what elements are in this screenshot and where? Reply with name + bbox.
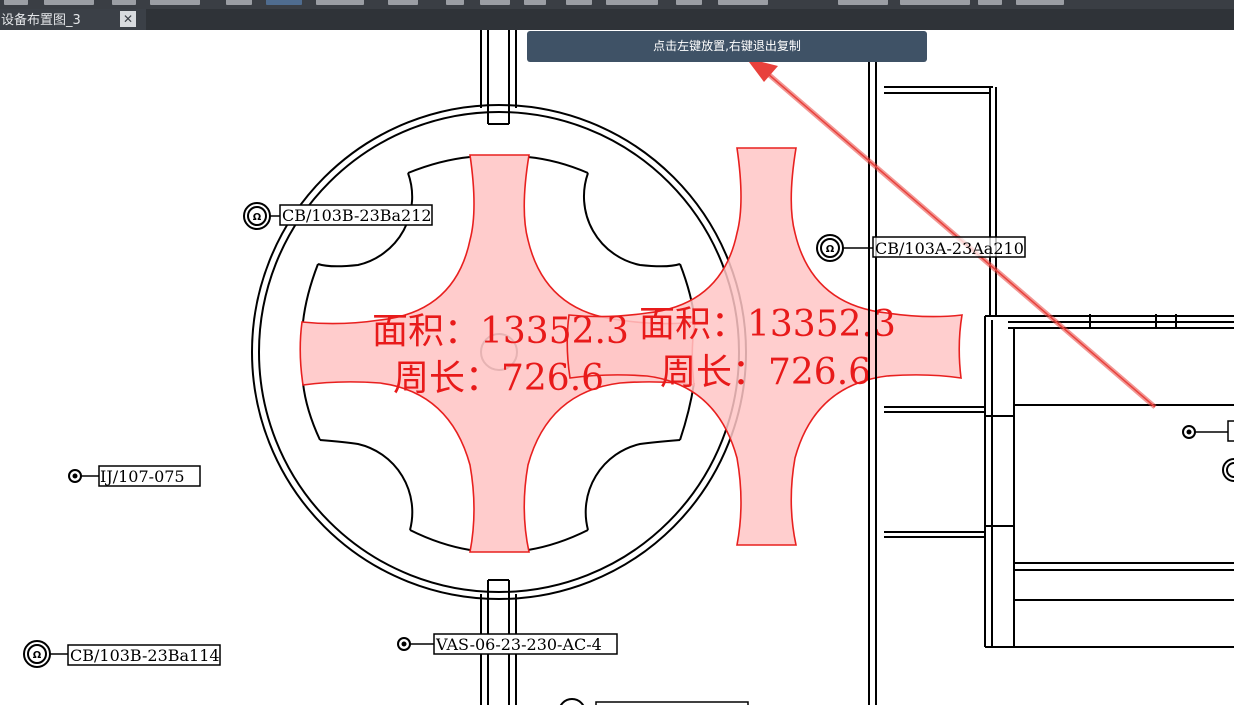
tag-label: VAS-06-23-230-AC-4 <box>435 635 602 654</box>
menu-item[interactable] <box>676 0 702 5</box>
tag-label: CB/103B-23Ba212 <box>282 206 432 225</box>
menu-item[interactable] <box>1016 0 1064 5</box>
menu-item[interactable] <box>316 0 364 5</box>
command-tooltip: 点击左键放置,右键退出复制 <box>527 31 927 62</box>
menu-item-active[interactable] <box>266 0 302 5</box>
tag-label: IJ/107-075 <box>100 467 185 486</box>
equipment-tag-partial-bottom[interactable] <box>559 698 749 705</box>
menu-item[interactable] <box>112 0 136 5</box>
document-tab-bar <box>0 9 1234 30</box>
menu-item[interactable] <box>718 0 768 5</box>
menu-item[interactable] <box>524 0 546 5</box>
beam-top <box>480 30 517 125</box>
menu-item[interactable] <box>480 0 510 5</box>
area-label-1: 面积：13352.3 <box>372 311 629 352</box>
svg-text:Ω: Ω <box>33 650 42 661</box>
right-structure <box>868 59 1234 705</box>
equipment-tag-cb-212[interactable]: Ω CB/103B-23Ba212 <box>243 202 433 230</box>
tab-title: 设备布置图_3 <box>1 13 81 28</box>
drawing-canvas[interactable]: 面积：13352.3 周长：726.6 面积：13352.3 周长：726.6 <box>0 30 1234 705</box>
menu-item[interactable] <box>900 0 970 5</box>
equipment-tag-cb-114[interactable]: Ω CB/103B-23Ba114 <box>23 640 221 668</box>
area-label-2: 面积：13352.3 <box>639 304 896 345</box>
equipment-tag-vas[interactable]: VAS-06-23-230-AC-4 <box>397 633 618 655</box>
menu-item[interactable] <box>606 0 658 5</box>
menu-item[interactable] <box>388 0 418 5</box>
menu-item[interactable] <box>150 0 200 5</box>
perimeter-label-1: 周长：726.6 <box>393 358 604 399</box>
perimeter-label-2: 周长：726.6 <box>660 352 871 393</box>
menu-item[interactable] <box>4 0 28 5</box>
svg-text:Ω: Ω <box>253 212 262 223</box>
menu-item[interactable] <box>226 0 252 5</box>
close-icon[interactable]: ✕ <box>120 11 136 27</box>
equipment-tag-cb-210[interactable]: Ω CB/103A-23Aa210 <box>816 234 1026 262</box>
svg-text:Ω: Ω <box>826 244 835 255</box>
menu-item[interactable] <box>978 0 1002 5</box>
menu-item[interactable] <box>446 0 464 5</box>
equipment-tag-ij-075[interactable]: IJ/107-075 <box>68 465 201 487</box>
menu-item[interactable] <box>44 0 94 5</box>
equipment-tag-partial-right[interactable] <box>1182 420 1234 482</box>
menu-toolbar <box>0 0 1234 9</box>
tag-label: CB/103B-23Ba114 <box>70 646 220 665</box>
tag-label: CB/103A-23Aa210 <box>875 239 1024 258</box>
menu-item[interactable] <box>838 0 888 5</box>
menu-item[interactable] <box>566 0 592 5</box>
